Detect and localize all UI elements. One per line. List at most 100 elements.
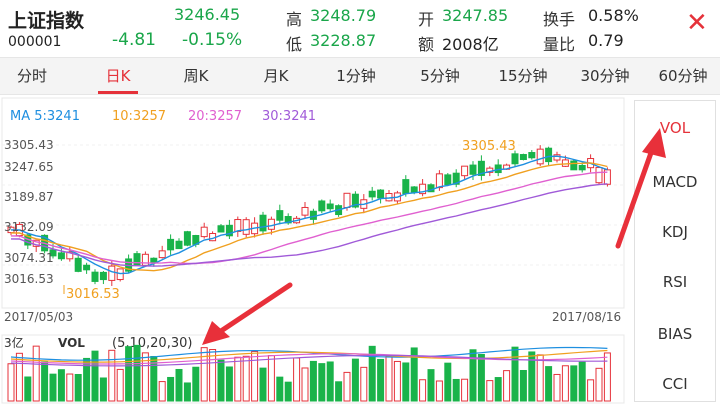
index-name: 上证指数 bbox=[8, 10, 85, 32]
volume-bar bbox=[276, 376, 284, 402]
high-value: 3248.79 bbox=[310, 6, 377, 25]
price-change-percent: -0.15% bbox=[182, 30, 243, 50]
volume-bar bbox=[393, 360, 401, 402]
low-label: 低 bbox=[286, 35, 303, 54]
volume-bar bbox=[192, 366, 200, 402]
volume-bar bbox=[553, 373, 561, 402]
volume-bar bbox=[32, 345, 40, 402]
volume-bar bbox=[595, 367, 603, 402]
volume-bar bbox=[83, 357, 91, 402]
volume-bar bbox=[587, 379, 595, 402]
volume-bar bbox=[242, 355, 250, 402]
volume-bar bbox=[259, 367, 267, 402]
indicator-macd-button[interactable]: MACD bbox=[635, 167, 715, 197]
volume-bar bbox=[125, 346, 133, 402]
candle bbox=[536, 148, 544, 165]
tab-5min[interactable]: 5分钟 bbox=[404, 58, 476, 94]
volume-bar bbox=[7, 363, 15, 402]
candle bbox=[318, 200, 326, 212]
y-tick-3: 3189.87 bbox=[4, 190, 54, 204]
volume-bar bbox=[41, 361, 49, 402]
volume-bar bbox=[175, 368, 183, 402]
volume-bar bbox=[570, 365, 578, 402]
volume-bar bbox=[444, 362, 452, 402]
volume-params: (5,10,20,30) bbox=[112, 336, 192, 351]
candle bbox=[259, 214, 267, 232]
y-tick-5: 3074.31 bbox=[4, 251, 54, 265]
volume-bar bbox=[49, 373, 57, 402]
volume-bar bbox=[385, 355, 393, 402]
low-value: 3228.87 bbox=[310, 31, 377, 50]
tab-monthly-k[interactable]: 月K bbox=[248, 58, 304, 94]
candle bbox=[57, 252, 65, 260]
y-tick-4: 3132.09 bbox=[4, 220, 54, 234]
close-icon[interactable]: ✕ bbox=[686, 10, 708, 36]
candle bbox=[267, 218, 275, 230]
volume-bar bbox=[158, 381, 166, 402]
tab-60min[interactable]: 60分钟 bbox=[646, 58, 720, 94]
index-code: 000001 bbox=[8, 34, 62, 50]
volume-bar bbox=[351, 358, 359, 402]
high-label: 高 bbox=[286, 10, 303, 29]
tab-15min[interactable]: 15分钟 bbox=[484, 58, 562, 94]
open-label: 开 bbox=[418, 10, 435, 29]
kline-svg[interactable]: MA 5:3241 10:3257 20:3257 30:3241 3305.4… bbox=[0, 95, 628, 406]
indicator-vol-button[interactable]: VOL bbox=[635, 113, 715, 143]
indicator-kdj-button[interactable]: KDJ bbox=[635, 217, 715, 247]
volume-bar bbox=[217, 359, 225, 402]
volume-bar bbox=[200, 347, 208, 402]
candle bbox=[435, 173, 443, 189]
indicator-bias-button[interactable]: BIAS bbox=[635, 319, 715, 349]
price-change: -4.81 bbox=[112, 30, 156, 50]
tab-30min[interactable]: 30分钟 bbox=[566, 58, 644, 94]
candle bbox=[545, 147, 553, 163]
volume-bar bbox=[511, 346, 519, 402]
tab-intraday[interactable]: 分时 bbox=[0, 58, 64, 94]
tab-daily-k[interactable]: 日K bbox=[90, 58, 146, 94]
volume-bar bbox=[377, 358, 385, 402]
candle bbox=[519, 154, 527, 161]
volume-bar bbox=[326, 361, 334, 402]
volume-bar bbox=[461, 378, 469, 402]
volume-bar bbox=[402, 362, 410, 402]
turnover-label: 换手 bbox=[543, 10, 576, 29]
candle bbox=[242, 219, 250, 235]
candle bbox=[183, 231, 191, 246]
candle bbox=[301, 206, 309, 216]
candle bbox=[91, 271, 99, 282]
kline-chart-area[interactable]: MA 5:3241 10:3257 20:3257 30:3241 3305.4… bbox=[0, 95, 628, 406]
candle bbox=[175, 240, 183, 250]
volume-bar bbox=[108, 349, 116, 402]
volume-bar bbox=[293, 357, 301, 402]
candle bbox=[158, 250, 166, 259]
tab-weekly-k[interactable]: 周K bbox=[168, 58, 224, 94]
volume-bar bbox=[167, 376, 175, 402]
volume-bar bbox=[427, 369, 435, 402]
candle bbox=[444, 174, 452, 186]
candle bbox=[217, 225, 225, 233]
ma20-label: 20:3257 bbox=[188, 109, 242, 124]
quote-header: 上证指数 000001 3246.45 -4.81 -0.15% 高 3248.… bbox=[0, 0, 720, 56]
candle bbox=[595, 167, 603, 184]
volume-bar bbox=[209, 349, 217, 402]
candle bbox=[326, 203, 334, 210]
volume-bar bbox=[15, 352, 23, 402]
volume-bar bbox=[503, 370, 511, 402]
volume-ratio-value: 0.79 bbox=[588, 31, 624, 50]
indicator-rsi-button[interactable]: RSI bbox=[635, 267, 715, 297]
candle bbox=[141, 253, 149, 266]
ma10-label: 10:3257 bbox=[112, 109, 166, 124]
candle bbox=[410, 186, 418, 193]
volume-bar bbox=[57, 369, 65, 402]
amount-label: 额 bbox=[418, 35, 435, 54]
candle bbox=[150, 257, 158, 264]
candle bbox=[167, 238, 175, 251]
open-value: 3247.85 bbox=[442, 6, 509, 25]
max-price-label: 3305.43 bbox=[462, 139, 516, 154]
volume-bar bbox=[419, 379, 427, 402]
volume-bar bbox=[301, 367, 309, 402]
indicator-cci-button[interactable]: CCI bbox=[635, 369, 715, 399]
volume-bar bbox=[536, 354, 544, 402]
tab-1min[interactable]: 1分钟 bbox=[320, 58, 392, 94]
candle bbox=[368, 190, 376, 198]
